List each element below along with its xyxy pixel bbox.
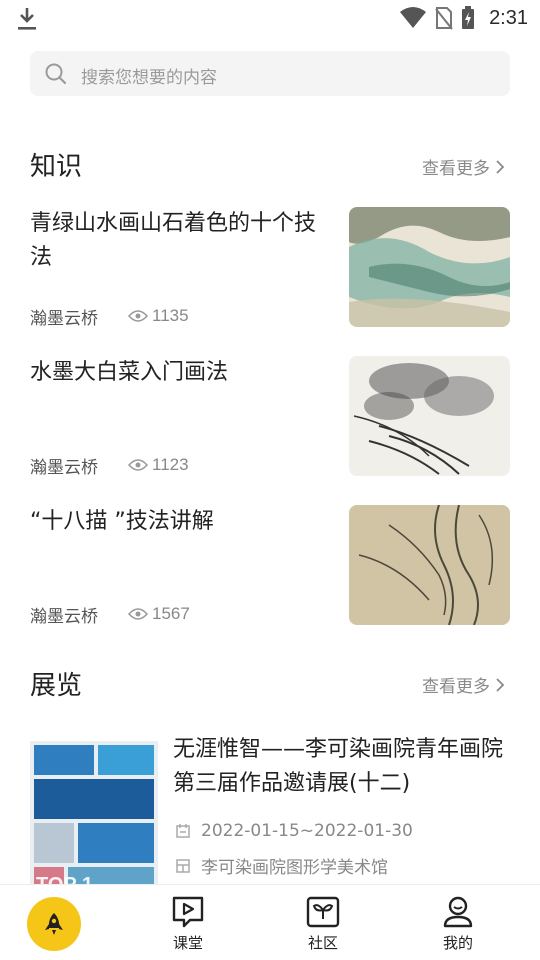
search-placeholder: 搜索您想要的内容 [81,68,217,88]
building-icon [176,858,190,873]
search-icon [45,63,67,85]
user-icon [443,896,473,928]
home-rocket-button[interactable] [27,897,81,951]
tab-profile[interactable]: 我的 [418,895,498,953]
sprout-icon [306,896,340,928]
knowledge-item-meta: 瀚墨云桥 1135 [30,305,189,329]
battery-charging-icon [462,6,475,29]
exhibition-section-title: 展览 [30,671,83,701]
knowledge-item-meta: 瀚墨云桥 1567 [30,603,190,627]
no-sim-icon [435,7,453,30]
view-count: 1567 [152,604,190,623]
knowledge-item-title: 青绿山水画山石着色的十个技法 [30,211,317,270]
calendar-icon [176,824,190,838]
play-video-icon [172,896,204,928]
eye-icon [128,608,148,620]
exhibition-venue-row: 李可染画院图形学美术馆 [175,853,388,878]
clock-time: 2:31 [489,6,528,29]
exhibition-venue: 李可染画院图形学美术馆 [201,858,388,878]
tab-label: 我的 [442,934,473,952]
author-name: 瀚墨云桥 [30,308,98,329]
cabbage-ink-painting-thumbnail [349,356,510,476]
status-bar: 2:31 [0,0,540,36]
exhibition-date-row: 2022-01-15~2022-01-30 [175,821,413,841]
knowledge-more-link[interactable]: 查看更多 [422,154,506,179]
download-icon [18,8,36,30]
exhibition-item[interactable]: TOP 1 无涯惟智——李可染画院青年画院第三届作品邀请展(十二) 2022-0… [30,733,510,893]
chevron-right-icon [496,677,505,692]
tab-community[interactable]: 社区 [283,895,363,953]
knowledge-item-title: “十八描 ”技法讲解 [30,509,214,534]
more-label: 查看更多 [422,677,490,697]
search-bar[interactable]: 搜索您想要的内容 [30,51,510,96]
rocket-icon [45,913,63,935]
exhibition-more-link[interactable]: 查看更多 [422,672,506,697]
tab-label: 课堂 [172,934,203,952]
knowledge-item-meta: 瀚墨云桥 1123 [30,454,189,478]
author-name: 瀚墨云桥 [30,606,98,627]
tab-label: 社区 [307,934,338,952]
landscape-painting-thumbnail [349,207,510,327]
view-count: 1135 [152,306,189,325]
knowledge-section-title: 知识 [30,152,83,182]
chevron-right-icon [496,159,505,174]
more-label: 查看更多 [422,159,490,179]
wifi-icon [400,7,427,28]
author-name: 瀚墨云桥 [30,457,98,478]
knowledge-item[interactable]: 青绿山水画山石着色的十个技法 瀚墨云桥 1135 [30,207,510,329]
exhibition-poster: TOP 1 [30,741,158,893]
exhibition-date: 2022-01-15~2022-01-30 [201,821,413,841]
view-count: 1123 [152,455,189,474]
knowledge-item-title: 水墨大白菜入门画法 [30,360,229,385]
bottom-tab-bar: 课堂 社区 我的 [0,884,540,960]
eye-icon [128,310,148,322]
figure-line-drawing-thumbnail [349,505,510,625]
eye-icon [128,459,148,471]
knowledge-item[interactable]: “十八描 ”技法讲解 瀚墨云桥 1567 [30,505,510,627]
exhibition-item-title: 无涯惟智——李可染画院青年画院第三届作品邀请展(十二) [173,737,504,796]
tab-classroom[interactable]: 课堂 [148,895,228,953]
knowledge-item[interactable]: 水墨大白菜入门画法 瀚墨云桥 1123 [30,356,510,478]
